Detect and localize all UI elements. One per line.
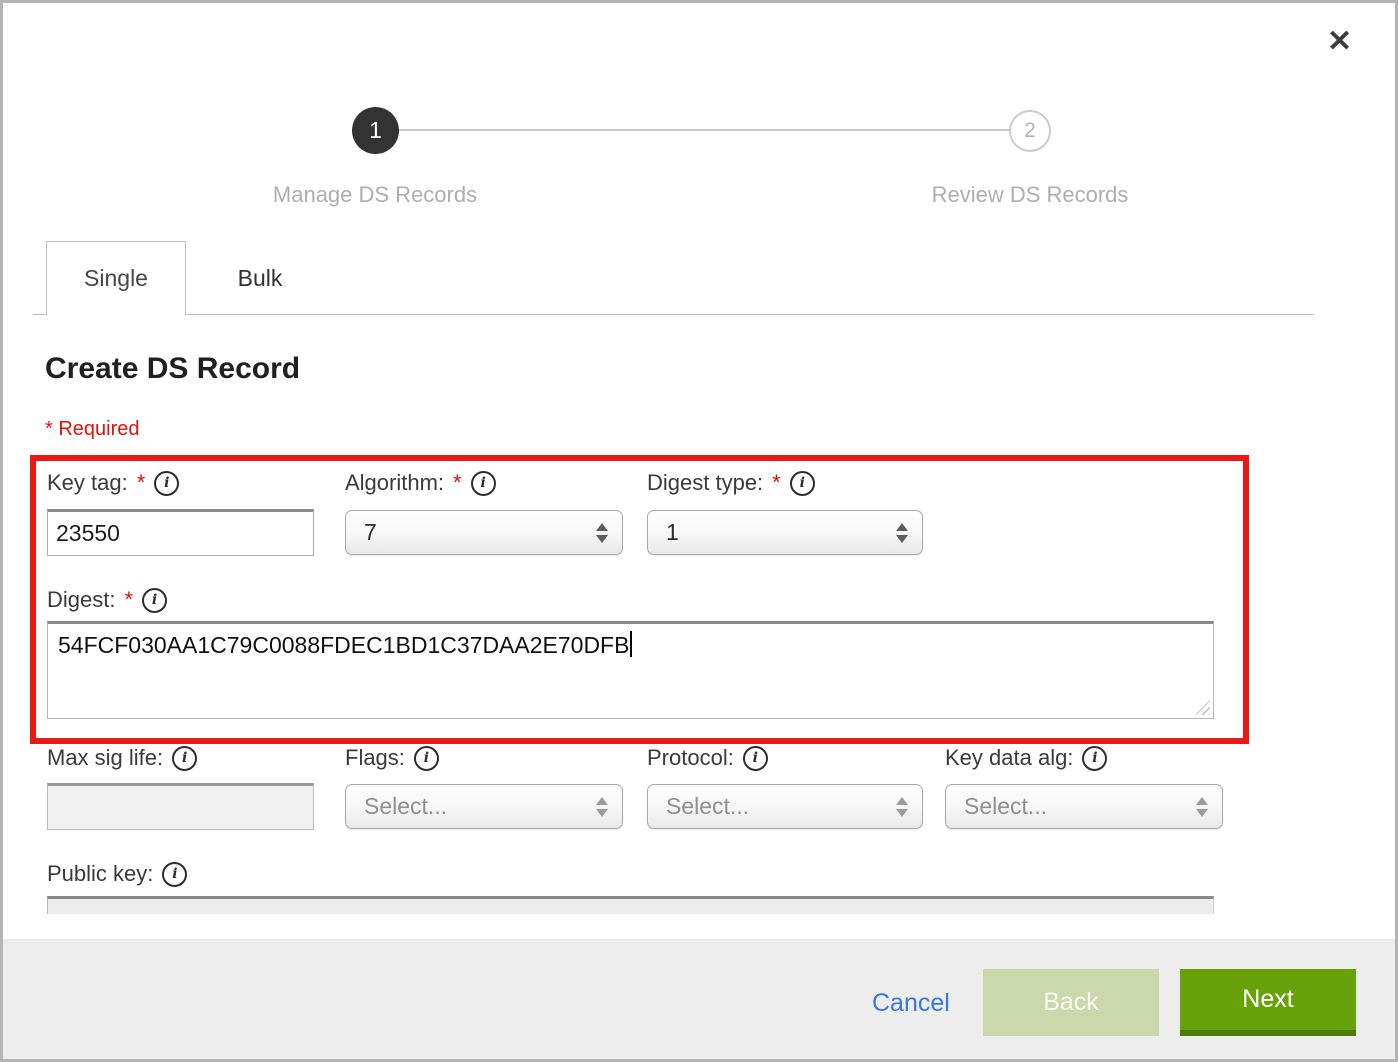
key-data-alg-info-icon[interactable]: i <box>1082 746 1107 771</box>
next-button[interactable]: Next <box>1180 969 1356 1036</box>
digest-type-info-icon[interactable]: i <box>790 471 815 496</box>
public-key-label: Public key: i <box>47 861 187 887</box>
digest-required-marker: * <box>124 587 133 613</box>
max-sig-life-label-text: Max sig life: <box>47 745 163 771</box>
tab-bulk[interactable]: Bulk <box>186 241 334 315</box>
tab-single-label: Single <box>84 265 148 292</box>
protocol-select[interactable]: Select... <box>647 784 923 829</box>
key-tag-info-icon[interactable]: i <box>154 471 179 496</box>
stepper-arrows-icon <box>596 523 608 543</box>
digest-type-select[interactable]: 1 <box>647 510 923 555</box>
digest-type-label: Digest type: * i <box>647 470 815 496</box>
max-sig-life-info-icon[interactable]: i <box>172 746 197 771</box>
protocol-label: Protocol: i <box>647 745 768 771</box>
key-tag-input[interactable] <box>47 509 314 556</box>
stepper-arrows-icon <box>896 523 908 543</box>
digest-label: Digest: * i <box>47 587 167 613</box>
flags-label: Flags: i <box>345 745 439 771</box>
key-data-alg-select[interactable]: Select... <box>945 784 1223 829</box>
create-ds-record-dialog: ✕ 1 2 Manage DS Records Review DS Record… <box>0 0 1398 1062</box>
digest-textarea[interactable]: 54FCF030AA1C79C0088FDEC1BD1C37DAA2E70DFB <box>47 621 1214 719</box>
page-title: Create DS Record <box>45 352 300 386</box>
public-key-textarea[interactable] <box>47 896 1214 914</box>
tab-bulk-label: Bulk <box>238 265 283 292</box>
algorithm-label-text: Algorithm: <box>345 470 444 496</box>
stepper-arrows-icon <box>896 797 908 817</box>
protocol-label-text: Protocol: <box>647 745 734 771</box>
key-data-alg-label-text: Key data alg: <box>945 745 1073 771</box>
protocol-info-icon[interactable]: i <box>743 746 768 771</box>
resize-handle[interactable] <box>1195 700 1210 715</box>
stepper-step-1-circle: 1 <box>352 107 399 154</box>
protocol-select-value: Select... <box>666 793 749 820</box>
stepper-arrows-icon <box>596 797 608 817</box>
digest-type-select-value: 1 <box>666 519 679 546</box>
algorithm-select-value: 7 <box>364 519 377 546</box>
digest-type-required-marker: * <box>772 470 781 496</box>
algorithm-info-icon[interactable]: i <box>471 471 496 496</box>
stepper-connector-line <box>375 129 1030 131</box>
digest-value: 54FCF030AA1C79C0088FDEC1BD1C37DAA2E70DFB <box>58 632 629 658</box>
digest-info-icon[interactable]: i <box>142 588 167 613</box>
algorithm-label: Algorithm: * i <box>345 470 496 496</box>
key-tag-required-marker: * <box>137 470 146 496</box>
digest-type-label-text: Digest type: <box>647 470 763 496</box>
key-tag-label: Key tag: * i <box>47 470 179 496</box>
required-note: * Required <box>45 418 140 441</box>
key-tag-label-text: Key tag: <box>47 470 128 496</box>
max-sig-life-input[interactable] <box>47 783 314 830</box>
algorithm-select[interactable]: 7 <box>345 510 623 555</box>
flags-select[interactable]: Select... <box>345 784 623 829</box>
back-button[interactable]: Back <box>983 969 1159 1036</box>
flags-select-value: Select... <box>364 793 447 820</box>
close-icon[interactable]: ✕ <box>1327 27 1352 57</box>
stepper-step-2-circle: 2 <box>1009 110 1051 152</box>
stepper-arrows-icon <box>1196 797 1208 817</box>
digest-label-text: Digest: <box>47 587 115 613</box>
stepper-step-1-label: Manage DS Records <box>175 182 575 208</box>
text-caret <box>630 631 632 657</box>
flags-label-text: Flags: <box>345 745 405 771</box>
algorithm-required-marker: * <box>453 470 462 496</box>
stepper-step-2-number: 2 <box>1024 119 1036 143</box>
public-key-label-text: Public key: <box>47 861 153 887</box>
stepper-step-2-label: Review DS Records <box>830 182 1230 208</box>
flags-info-icon[interactable]: i <box>414 746 439 771</box>
key-data-alg-label: Key data alg: i <box>945 745 1107 771</box>
public-key-info-icon[interactable]: i <box>162 862 187 887</box>
tab-single[interactable]: Single <box>46 241 186 315</box>
key-data-alg-select-value: Select... <box>964 793 1047 820</box>
stepper-step-1-number: 1 <box>369 117 382 144</box>
cancel-button[interactable]: Cancel <box>872 989 950 1018</box>
dialog-footer: Cancel Back Next <box>3 939 1395 1059</box>
max-sig-life-label: Max sig life: i <box>47 745 197 771</box>
